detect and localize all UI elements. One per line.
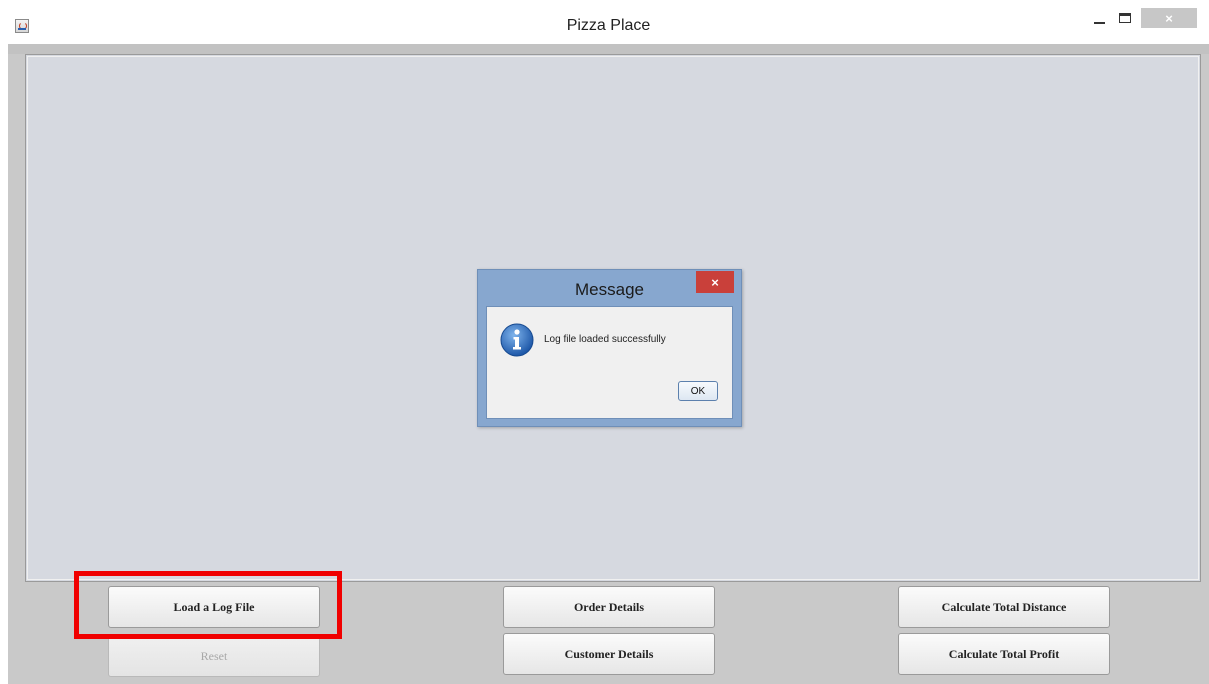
maximize-icon — [1119, 13, 1131, 23]
dialog-close-button[interactable]: × — [696, 271, 734, 293]
close-icon: × — [1165, 10, 1173, 26]
window-border-strip — [8, 44, 1209, 54]
window-close-button[interactable]: × — [1141, 8, 1197, 28]
order-details-button[interactable]: Order Details — [503, 586, 715, 628]
window-title: Pizza Place — [566, 17, 651, 34]
title-bar: Pizza Place × — [8, 8, 1209, 44]
dialog-body: Log file loaded successfully OK — [486, 306, 733, 419]
customer-details-button[interactable]: Customer Details — [503, 633, 715, 675]
minimize-icon — [1093, 22, 1105, 24]
minimize-button[interactable] — [1086, 8, 1112, 28]
close-icon: × — [711, 274, 719, 290]
highlight-annotation — [74, 571, 342, 639]
app-window: Pizza Place × Message × Log file loaded … — [8, 8, 1209, 684]
calculate-total-profit-button[interactable]: Calculate Total Profit — [898, 633, 1110, 675]
calculate-total-distance-button[interactable]: Calculate Total Distance — [898, 586, 1110, 628]
reset-button: Reset — [108, 635, 320, 677]
info-icon — [500, 323, 534, 357]
ok-button[interactable]: OK — [678, 381, 718, 401]
maximize-button[interactable] — [1112, 8, 1138, 28]
message-dialog: Message × Log file loaded successfully O… — [477, 269, 742, 427]
dialog-message: Log file loaded successfully — [544, 334, 666, 345]
